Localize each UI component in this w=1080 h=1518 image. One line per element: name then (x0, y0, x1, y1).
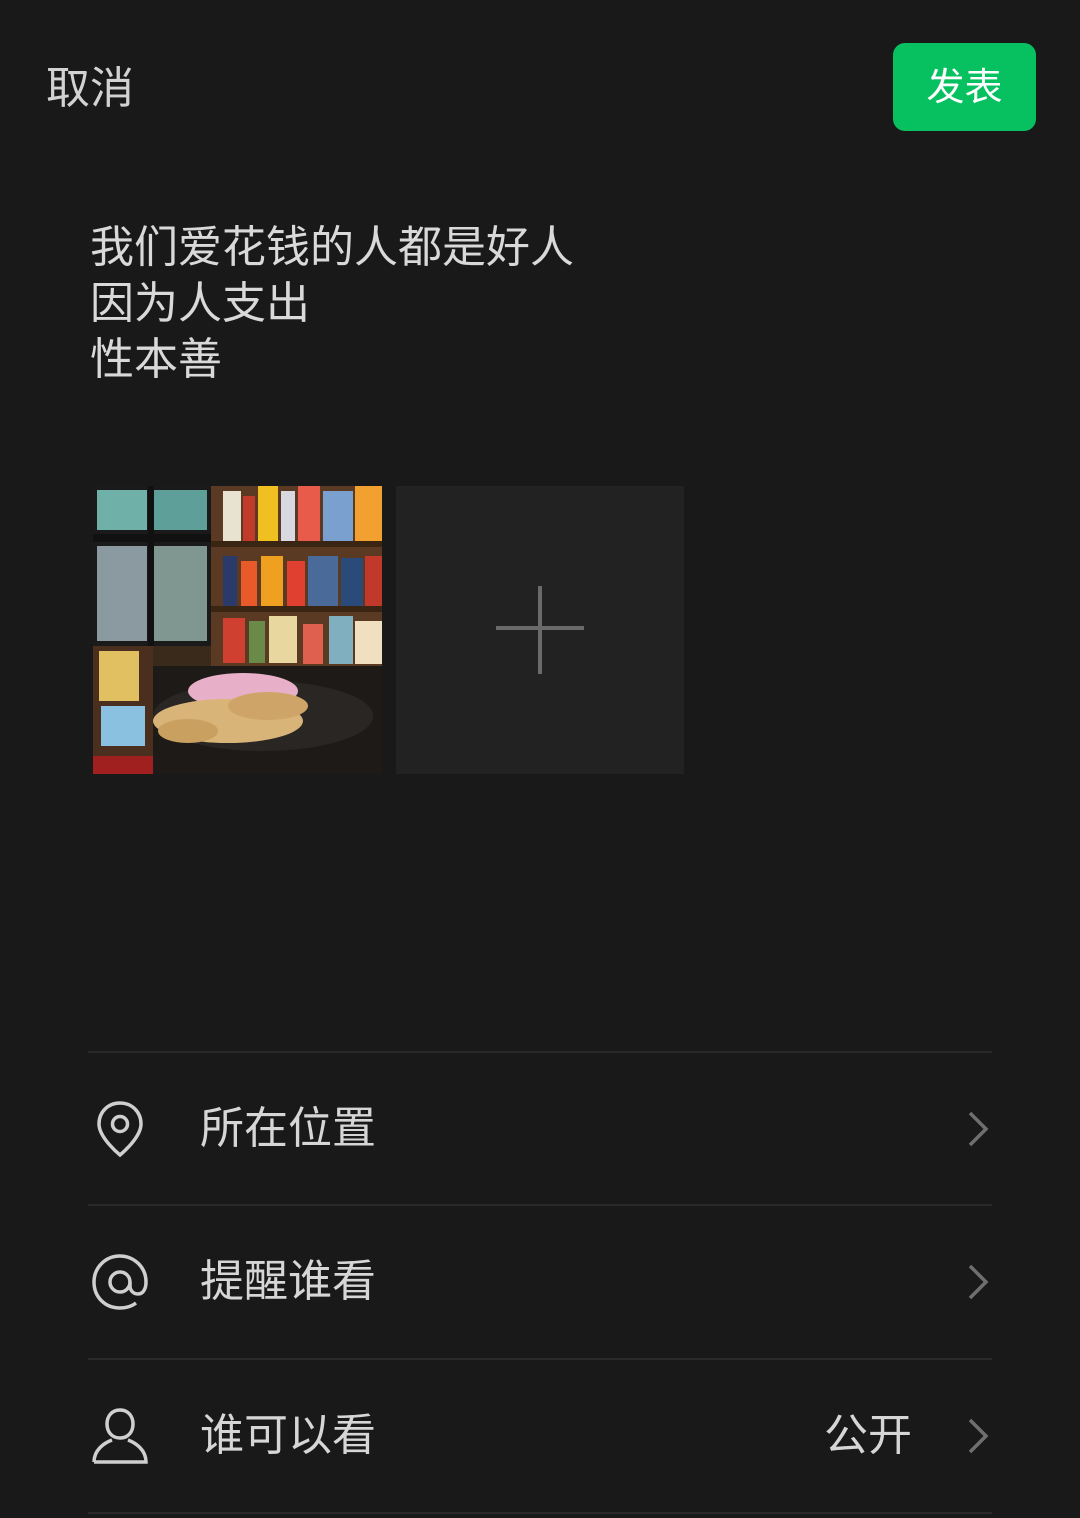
chevron-right-icon (968, 1111, 989, 1147)
photo-thumbnail[interactable] (93, 486, 382, 774)
option-location[interactable]: 所在位置 (88, 1053, 992, 1205)
at-sign-icon (92, 1254, 148, 1310)
divider (88, 1512, 992, 1514)
option-value: 公开 (824, 1410, 912, 1461)
option-visibility[interactable]: 谁可以看 公开 (88, 1360, 992, 1512)
option-label: 谁可以看 (200, 1410, 376, 1461)
person-icon (92, 1408, 148, 1464)
location-pin-icon (97, 1101, 143, 1158)
cancel-button[interactable]: 取消 (46, 60, 134, 118)
add-photo-button[interactable] (396, 486, 684, 774)
chevron-right-icon (968, 1418, 989, 1454)
option-label: 提醒谁看 (200, 1256, 376, 1307)
post-text-input[interactable]: 我们爱花钱的人都是好人 因为人支出 性本善 (90, 220, 990, 388)
chevron-right-icon (968, 1264, 989, 1300)
plus-icon (496, 586, 584, 674)
option-label: 所在位置 (200, 1103, 376, 1154)
option-mention[interactable]: 提醒谁看 (88, 1206, 992, 1358)
publish-button[interactable]: 发表 (893, 43, 1036, 131)
bookstore-photo (93, 486, 382, 774)
